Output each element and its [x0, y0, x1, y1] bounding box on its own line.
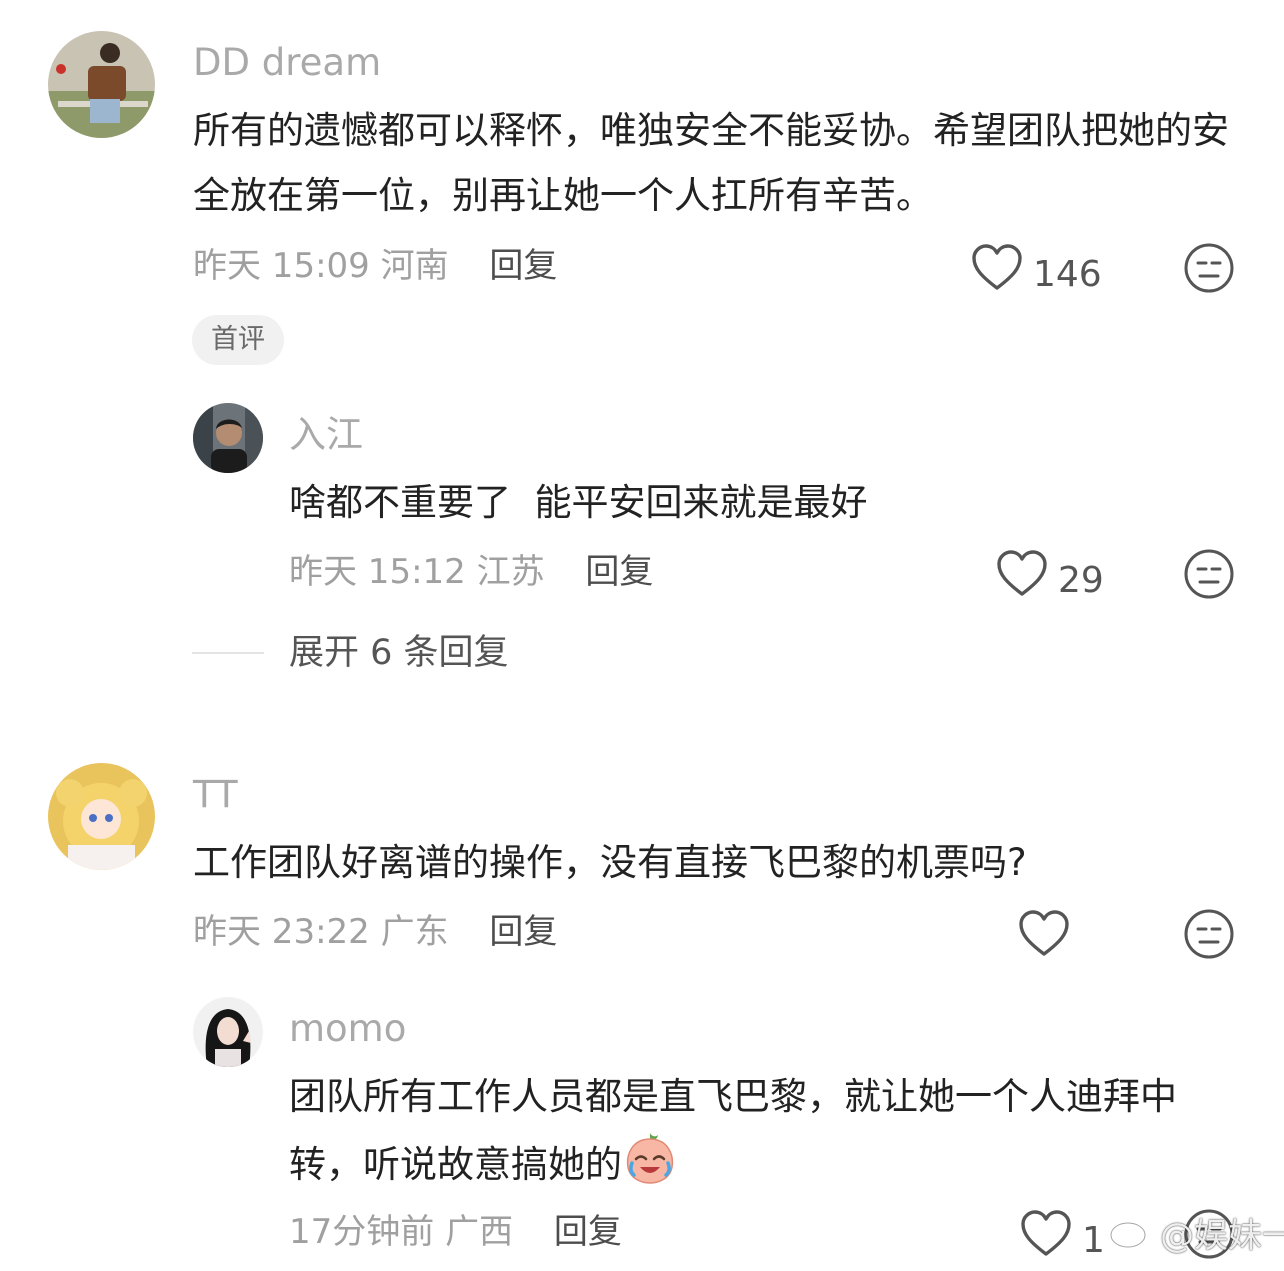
- like-button[interactable]: [1018, 910, 1080, 971]
- dislike-button[interactable]: [1183, 908, 1235, 964]
- reply-meta: 昨天 15:12 江苏 回复: [289, 550, 653, 594]
- crying-laughing-peach-emoji: [622, 1129, 678, 1205]
- comment-meta: 昨天 23:22 广东 回复: [193, 910, 557, 954]
- comment-location: 广东: [380, 912, 449, 952]
- reply-location: 广西: [445, 1212, 514, 1252]
- reply-button[interactable]: 回复: [489, 246, 557, 286]
- reply-location: 江苏: [476, 552, 545, 592]
- heart-icon: [971, 244, 1023, 305]
- dislike-button[interactable]: [1183, 242, 1235, 298]
- reply-time: 昨天 15:12: [289, 552, 466, 592]
- like-count: 29: [1058, 559, 1104, 601]
- reply-time: 17分钟前: [289, 1212, 435, 1252]
- neutral-face-icon: [1183, 909, 1235, 964]
- reply-button[interactable]: 回复: [585, 552, 653, 592]
- like-count: 146: [1033, 253, 1102, 295]
- comment-username[interactable]: TT: [193, 773, 238, 817]
- neutral-face-icon: [1183, 243, 1235, 298]
- reply-meta: 17分钟前 广西 回复: [289, 1210, 622, 1254]
- expand-replies-button[interactable]: 展开 6 条回复: [289, 631, 509, 675]
- comment-location: 河南: [380, 246, 449, 286]
- reply-text: 团队所有工作人员都是直飞巴黎，就让她一个人迪拜中转，听说故意搞她的: [289, 1075, 1177, 1186]
- comment-time: 昨天 23:22: [193, 912, 370, 952]
- avatar[interactable]: [48, 31, 155, 138]
- avatar[interactable]: [193, 997, 263, 1067]
- avatar[interactable]: [193, 403, 263, 473]
- comment-text: 工作团队好离谱的操作，没有直接飞巴黎的机票吗?: [193, 841, 1027, 884]
- reply-button[interactable]: 回复: [489, 912, 557, 952]
- dislike-button[interactable]: [1183, 548, 1235, 604]
- like-button[interactable]: 29: [996, 550, 1104, 611]
- watermark: @娱妹一: [1108, 1210, 1284, 1261]
- reply-button[interactable]: 回复: [554, 1212, 622, 1252]
- like-button[interactable]: 146: [971, 244, 1102, 305]
- reply-username[interactable]: 入江: [289, 413, 363, 457]
- watermark-text: @娱妹一: [1160, 1215, 1284, 1256]
- reply-text: 啥都不重要了 能平安回来就是最好: [289, 481, 868, 524]
- comment-username[interactable]: DD dream: [193, 41, 381, 85]
- heart-icon: [1020, 1210, 1072, 1271]
- like-button[interactable]: 1: [1020, 1210, 1105, 1271]
- heart-icon: [996, 550, 1048, 611]
- reply-text-block: 团队所有工作人员都是直飞巴黎，就让她一个人迪拜中转，听说故意搞她的: [289, 1064, 1234, 1205]
- weibo-logo-icon: [1108, 1210, 1154, 1261]
- first-comment-badge: 首评: [192, 315, 284, 365]
- comment-meta: 昨天 15:09 河南 回复: [193, 244, 557, 288]
- like-count: 1: [1082, 1219, 1105, 1261]
- expand-divider: [192, 652, 264, 654]
- comment-text: 所有的遗憾都可以释怀，唯独安全不能妥协。希望团队把她的安全放在第一位，别再让她一…: [193, 109, 1229, 217]
- neutral-face-icon: [1183, 549, 1235, 604]
- heart-icon: [1018, 910, 1070, 971]
- reply-username[interactable]: momo: [289, 1007, 406, 1051]
- comment-time: 昨天 15:09: [193, 246, 370, 286]
- avatar[interactable]: [48, 763, 155, 870]
